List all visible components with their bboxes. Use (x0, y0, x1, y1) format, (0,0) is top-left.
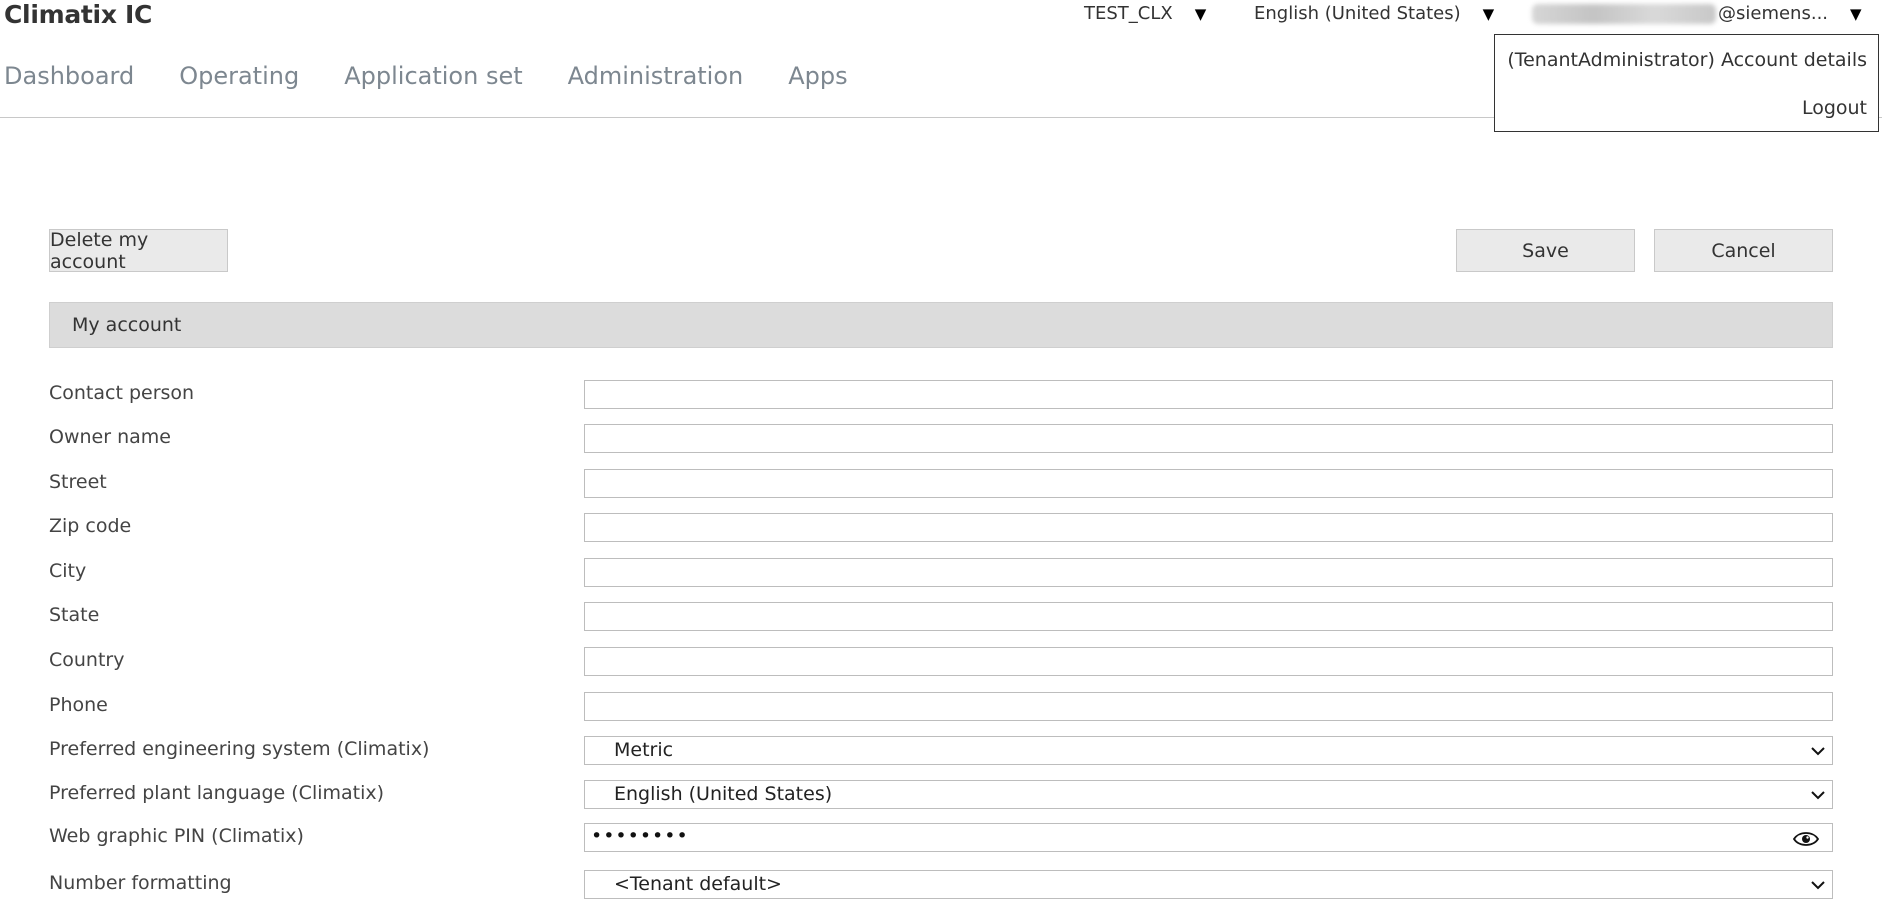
redacted-username (1532, 3, 1716, 24)
triangle-down-icon: ▼ (1850, 4, 1862, 23)
save-button[interactable]: Save (1456, 229, 1635, 272)
triangle-down-icon: ▼ (1482, 4, 1495, 23)
form-row-web-graphic-pin: Web graphic PIN (Climatix) •••••••• (0, 823, 1882, 853)
field-label: Number formatting (49, 872, 232, 894)
nav-application-set[interactable]: Application set (344, 62, 522, 90)
form-row-country: Country (0, 647, 1882, 677)
section-header: My account (49, 302, 1833, 348)
form-row-street: Street (0, 469, 1882, 499)
field-label: State (49, 604, 100, 626)
tenant-selector[interactable]: TEST_CLX ▼ (1084, 3, 1206, 24)
field-label: Street (49, 471, 107, 493)
form-row-owner-name: Owner name (0, 424, 1882, 454)
account-menu-toggle[interactable]: @siemens... ▼ (1532, 3, 1862, 24)
form-row-city: City (0, 558, 1882, 588)
field-label: Preferred plant language (Climatix) (49, 782, 385, 804)
form-row-engineering-system: Preferred engineering system (Climatix) … (0, 736, 1882, 766)
menu-item-logout[interactable]: Logout (1802, 97, 1867, 119)
chevron-down-icon (1811, 881, 1825, 890)
street-input[interactable] (584, 469, 1833, 498)
zip-code-input[interactable] (584, 513, 1833, 542)
delete-account-button[interactable]: Delete my account (49, 229, 228, 273)
eye-icon[interactable] (1793, 830, 1819, 848)
tenant-label: TEST_CLX (1084, 3, 1173, 24)
field-label: Contact person (49, 382, 195, 404)
owner-name-input[interactable] (584, 424, 1833, 453)
form-row-phone: Phone (0, 692, 1882, 722)
nav-administration[interactable]: Administration (568, 62, 744, 90)
chevron-down-icon (1811, 747, 1825, 756)
web-graphic-pin-input[interactable]: •••••••• (584, 823, 1833, 852)
nav-apps[interactable]: Apps (788, 62, 847, 90)
app-logo: Climatix IC (4, 0, 153, 29)
section-title: My account (72, 314, 182, 336)
account-email-domain: @siemens... (1718, 3, 1829, 24)
form-row-zip-code: Zip code (0, 513, 1882, 543)
nav-operating[interactable]: Operating (179, 62, 299, 90)
language-selector[interactable]: English (United States) ▼ (1254, 3, 1494, 24)
field-label: Web graphic PIN (Climatix) (49, 825, 304, 847)
form-row-contact-person: Contact person (0, 380, 1882, 410)
field-label: Owner name (49, 426, 171, 448)
field-label: Country (49, 649, 125, 671)
plant-language-select[interactable]: English (United States) (584, 780, 1833, 809)
nav-dashboard[interactable]: Dashboard (4, 62, 134, 90)
language-label: English (United States) (1254, 3, 1461, 24)
country-input[interactable] (584, 647, 1833, 676)
form-row-state: State (0, 602, 1882, 632)
field-label: Phone (49, 694, 108, 716)
state-input[interactable] (584, 602, 1833, 631)
cancel-button[interactable]: Cancel (1654, 229, 1833, 272)
field-label: Zip code (49, 515, 132, 537)
form-row-plant-language: Preferred plant language (Climatix) Engl… (0, 780, 1882, 810)
chevron-down-icon (1811, 791, 1825, 800)
triangle-down-icon: ▼ (1194, 4, 1207, 23)
number-formatting-select[interactable]: <Tenant default> (584, 870, 1833, 899)
phone-input[interactable] (584, 692, 1833, 721)
account-dropdown-menu: (TenantAdministrator) Account details Lo… (1494, 34, 1879, 132)
engineering-system-select[interactable]: Metric (584, 736, 1833, 765)
menu-item-account-details[interactable]: (TenantAdministrator) Account details (1507, 49, 1867, 71)
form-row-number-formatting: Number formatting <Tenant default> (0, 870, 1882, 900)
field-label: Preferred engineering system (Climatix) (49, 738, 430, 760)
field-label: City (49, 560, 87, 582)
contact-person-input[interactable] (584, 380, 1833, 409)
main-nav: Dashboard Operating Application set Admi… (0, 62, 889, 90)
city-input[interactable] (584, 558, 1833, 587)
